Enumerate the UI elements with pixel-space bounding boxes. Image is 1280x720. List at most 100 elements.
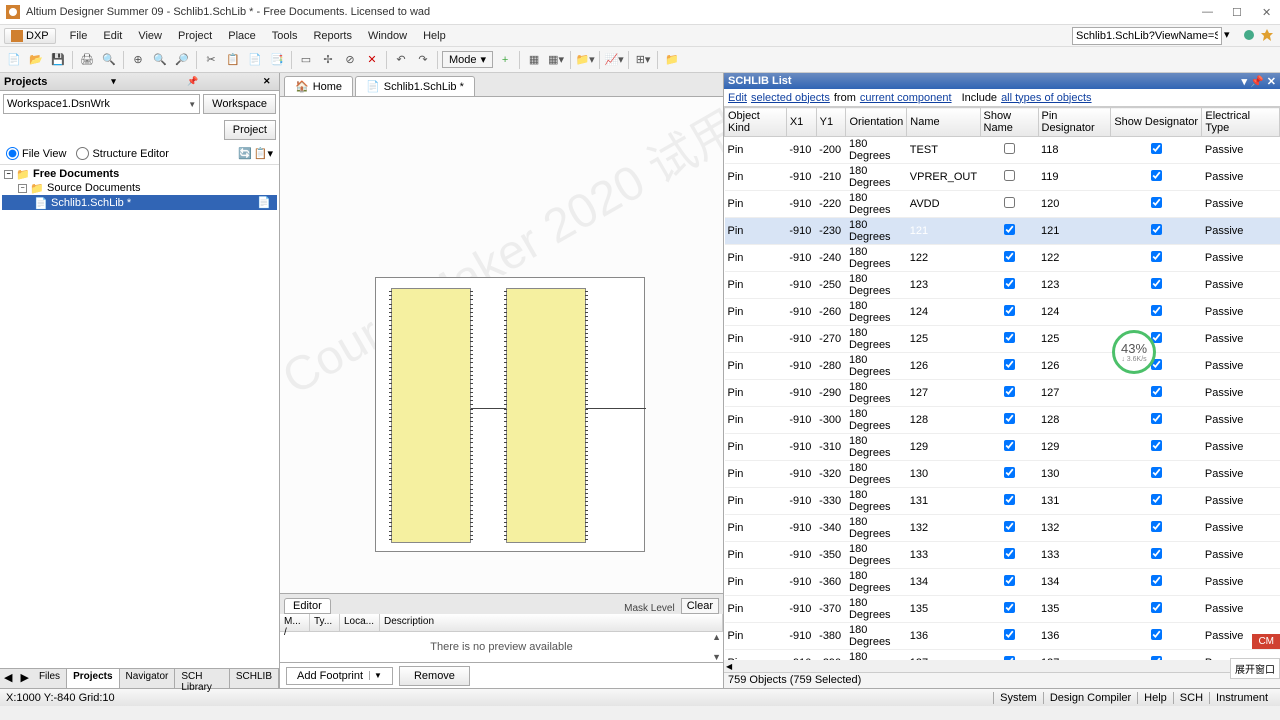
menu-window[interactable]: Window bbox=[360, 28, 415, 44]
refresh-icon[interactable]: 🔄 bbox=[238, 147, 252, 160]
new-icon[interactable]: 📄 bbox=[4, 50, 24, 70]
browse-icon[interactable]: 📁 bbox=[662, 50, 682, 70]
dxp-button[interactable]: DXP bbox=[4, 28, 56, 44]
menu-edit[interactable]: Edit bbox=[95, 28, 130, 44]
structure-editor-radio[interactable]: Structure Editor bbox=[76, 147, 168, 160]
add-part-icon[interactable]: + bbox=[495, 50, 515, 70]
checkbox[interactable] bbox=[1151, 305, 1162, 316]
col-desc[interactable]: Description bbox=[380, 614, 723, 631]
tab-scroll-right[interactable]: ▶ bbox=[16, 669, 32, 688]
table-row[interactable]: Pin-910-320180 Degrees130130Passive bbox=[725, 461, 1280, 488]
checkbox[interactable] bbox=[1004, 305, 1015, 316]
component-part-b[interactable] bbox=[506, 288, 586, 543]
col-m[interactable]: M... / bbox=[280, 614, 310, 631]
all-types-link[interactable]: all types of objects bbox=[1001, 92, 1092, 104]
zoom-out-icon[interactable]: 🔎 bbox=[172, 50, 192, 70]
editor-tab[interactable]: Editor bbox=[284, 598, 331, 614]
tab-navigator[interactable]: Navigator bbox=[120, 669, 176, 688]
checkbox[interactable] bbox=[1004, 467, 1015, 478]
panel-close-icon[interactable]: ✕ bbox=[263, 76, 275, 88]
schlib-tab[interactable]: 📄Schlib1.SchLib * bbox=[355, 76, 475, 96]
checkbox[interactable] bbox=[1151, 440, 1162, 451]
tree-root[interactable]: −📁Free Documents bbox=[2, 167, 277, 181]
minimize-button[interactable]: — bbox=[1202, 6, 1214, 18]
expand-window[interactable]: 展开窗口 bbox=[1230, 658, 1280, 679]
scroll-up-icon[interactable]: ▲ bbox=[712, 632, 721, 642]
recorder-tag[interactable]: CM bbox=[1252, 634, 1280, 649]
checkbox[interactable] bbox=[1004, 278, 1015, 289]
tab-schlib[interactable]: SCHLIB bbox=[230, 669, 279, 688]
sb-system[interactable]: System bbox=[993, 692, 1043, 704]
panel-pin-icon[interactable]: 📌 bbox=[187, 76, 199, 88]
checkbox[interactable] bbox=[1004, 197, 1015, 208]
table-row[interactable]: Pin-910-370180 Degrees135135Passive bbox=[725, 596, 1280, 623]
table-row[interactable]: Pin-910-210180 DegreesVPRER_OUT119Passiv… bbox=[725, 164, 1280, 191]
deselect-icon[interactable]: ⊘ bbox=[340, 50, 360, 70]
schematic-canvas[interactable]: CourseMaker 2020 试用版创作 bbox=[280, 97, 723, 593]
checkbox[interactable] bbox=[1151, 575, 1162, 586]
print-icon[interactable]: 🖨 bbox=[77, 50, 97, 70]
undo-icon[interactable]: ↶ bbox=[391, 50, 411, 70]
grid1-icon[interactable]: ▦ bbox=[524, 50, 544, 70]
chevron-down-icon[interactable]: ▼ bbox=[369, 671, 382, 680]
menu-view[interactable]: View bbox=[130, 28, 170, 44]
table-row[interactable]: Pin-910-260180 Degrees124124Passive bbox=[725, 299, 1280, 326]
table-row[interactable]: Pin-910-220180 DegreesAVDD120Passive bbox=[725, 191, 1280, 218]
menu-project[interactable]: Project bbox=[170, 28, 220, 44]
menu-help[interactable]: Help bbox=[415, 28, 454, 44]
sb-help[interactable]: Help bbox=[1137, 692, 1173, 704]
checkbox[interactable] bbox=[1004, 224, 1015, 235]
table-row[interactable]: Pin-910-380180 Degrees136136Passive bbox=[725, 623, 1280, 650]
checkbox[interactable] bbox=[1004, 602, 1015, 613]
project-tree[interactable]: −📁Free Documents −📁Source Documents 📄Sch… bbox=[0, 165, 279, 668]
tab-projects[interactable]: Projects bbox=[67, 669, 119, 688]
col-ty[interactable]: Ty... bbox=[310, 614, 340, 631]
scroll-down-icon[interactable]: ▼ bbox=[712, 652, 721, 662]
col-electrical-type[interactable]: Electrical Type bbox=[1202, 108, 1280, 137]
path-input[interactable] bbox=[1072, 27, 1222, 45]
object-grid[interactable]: Object KindX1Y1OrientationNameShow NameP… bbox=[724, 107, 1280, 660]
checkbox[interactable] bbox=[1151, 197, 1162, 208]
table-row[interactable]: Pin-910-250180 Degrees123123Passive bbox=[725, 272, 1280, 299]
copy-icon[interactable]: 📋 bbox=[223, 50, 243, 70]
col-object-kind[interactable]: Object Kind bbox=[725, 108, 787, 137]
checkbox[interactable] bbox=[1004, 629, 1015, 640]
tree-folder[interactable]: −📁Source Documents bbox=[2, 181, 277, 195]
checkbox[interactable] bbox=[1151, 170, 1162, 181]
table-row[interactable]: Pin-910-230180 Degrees121121Passive bbox=[725, 218, 1280, 245]
project-button[interactable]: Project bbox=[224, 120, 276, 140]
checkbox[interactable] bbox=[1004, 494, 1015, 505]
menu-file[interactable]: File bbox=[62, 28, 96, 44]
current-component-link[interactable]: current component bbox=[860, 92, 952, 104]
table-row[interactable]: Pin-910-240180 Degrees122122Passive bbox=[725, 245, 1280, 272]
open-icon[interactable]: 📂 bbox=[26, 50, 46, 70]
col-loca[interactable]: Loca... bbox=[340, 614, 380, 631]
checkbox[interactable] bbox=[1151, 467, 1162, 478]
table-row[interactable]: Pin-910-360180 Degrees134134Passive bbox=[725, 569, 1280, 596]
checkbox[interactable] bbox=[1004, 548, 1015, 559]
table-row[interactable]: Pin-910-390180 Degrees137137Passive bbox=[725, 650, 1280, 661]
options-icon[interactable]: 📋▾ bbox=[254, 147, 273, 160]
clear-button[interactable]: Clear bbox=[681, 598, 719, 614]
selected-objects-link[interactable]: selected objects bbox=[751, 92, 830, 104]
col-x1[interactable]: X1 bbox=[786, 108, 816, 137]
preview-icon[interactable]: 🔍 bbox=[99, 50, 119, 70]
close-button[interactable]: ✕ bbox=[1262, 6, 1274, 18]
checkbox[interactable] bbox=[1151, 521, 1162, 532]
sb-instrument[interactable]: Instrument bbox=[1209, 692, 1274, 704]
cancel-icon[interactable]: ✕ bbox=[362, 50, 382, 70]
sb-sch[interactable]: SCH bbox=[1173, 692, 1209, 704]
menu-place[interactable]: Place bbox=[220, 28, 264, 44]
select-icon[interactable]: ▭ bbox=[296, 50, 316, 70]
mask-level-link[interactable]: Mask Level bbox=[624, 603, 675, 614]
panel-menu-icon[interactable]: ▾ 📌 ✕ bbox=[1241, 75, 1276, 88]
col-orientation[interactable]: Orientation bbox=[846, 108, 907, 137]
nav-fav-icon[interactable] bbox=[1260, 28, 1276, 44]
checkbox[interactable] bbox=[1151, 494, 1162, 505]
checkbox[interactable] bbox=[1004, 170, 1015, 181]
mode-dropdown[interactable]: Mode ▾ bbox=[442, 51, 493, 68]
remove-button[interactable]: Remove bbox=[399, 666, 470, 686]
checkbox[interactable] bbox=[1151, 224, 1162, 235]
checkbox[interactable] bbox=[1151, 602, 1162, 613]
col-show-designator[interactable]: Show Designator bbox=[1111, 108, 1202, 137]
